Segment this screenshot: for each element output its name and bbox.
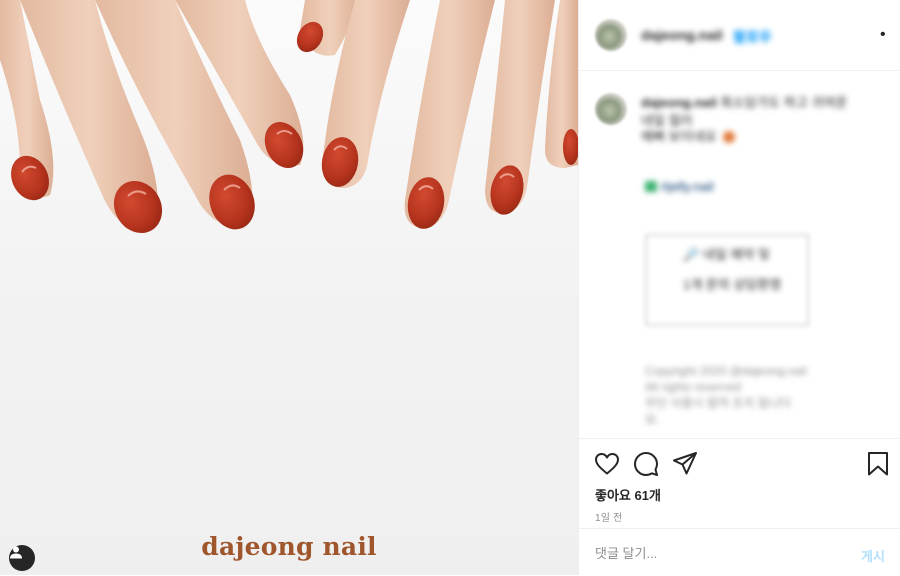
post-side-panel: dajeong.nail 팔로우 • dajeong.nail 회소담가도 하고… — [578, 0, 900, 575]
post-time[interactable]: 1일 전 — [595, 509, 623, 524]
post-header: dajeong.nail 팔로우 • — [579, 0, 900, 71]
brand-watermark: dajeong nail — [201, 532, 377, 561]
comment-input[interactable] — [595, 544, 835, 562]
post-comment-button[interactable]: 게시 — [861, 546, 885, 565]
header-username[interactable]: dajeong.nail — [641, 27, 723, 43]
notice-line-2: 1개 문의 상담환영 — [683, 277, 782, 292]
copyright-line-2: All rights reserved — [645, 380, 742, 394]
comment-icon[interactable] — [633, 451, 659, 477]
share-icon[interactable] — [672, 451, 698, 477]
caption-username[interactable]: dajeong.nail — [641, 95, 717, 110]
bookmark-icon[interactable] — [866, 451, 890, 477]
copyright-line-1: Copyright 2020 @dajeong.nail — [645, 364, 807, 378]
heart-icon[interactable] — [594, 452, 620, 476]
copyright-line-3: 무단 사용시 법적 조치 됩니다 — [645, 396, 791, 410]
follow-button[interactable]: 팔로우 — [733, 27, 772, 47]
likes-count[interactable]: 좋아요 61개 — [595, 485, 661, 504]
comment-bar: 게시 — [579, 528, 900, 576]
notice-line-1: 🔎 네일 예약 및 — [683, 247, 770, 262]
caption-avatar[interactable] — [595, 93, 627, 125]
caption-line-2: 네일 컬러 — [641, 113, 693, 128]
emoji-icon — [723, 131, 735, 143]
more-icon[interactable]: • — [880, 27, 886, 43]
event-line: #jelly.nail — [645, 179, 714, 195]
avatar[interactable] — [595, 19, 627, 51]
caption-area: dajeong.nail 회소담가도 하고 귀여운 네일 컬러 예뻐 보이네요 … — [579, 71, 900, 438]
caption-line-1: dajeong.nail 회소담가도 하고 귀여운 — [641, 95, 847, 111]
caption-text-1: 회소담가도 하고 귀여운 — [720, 95, 848, 110]
checkbox-emoji-icon — [645, 181, 657, 192]
action-bar: 좋아요 61개 1일 전 — [579, 438, 900, 529]
nails-illustration — [0, 0, 578, 234]
user-tag-icon — [10, 546, 22, 559]
user-tag-button[interactable] — [9, 545, 35, 571]
caption-text-3: 예뻐 보이네요 — [641, 129, 717, 144]
copyright-line-4: 요. — [645, 412, 660, 426]
event-link[interactable]: #jelly.nail — [661, 179, 714, 194]
post-image[interactable]: dajeong nail — [0, 0, 578, 575]
caption-line-3: 예뻐 보이네요 — [641, 129, 735, 145]
